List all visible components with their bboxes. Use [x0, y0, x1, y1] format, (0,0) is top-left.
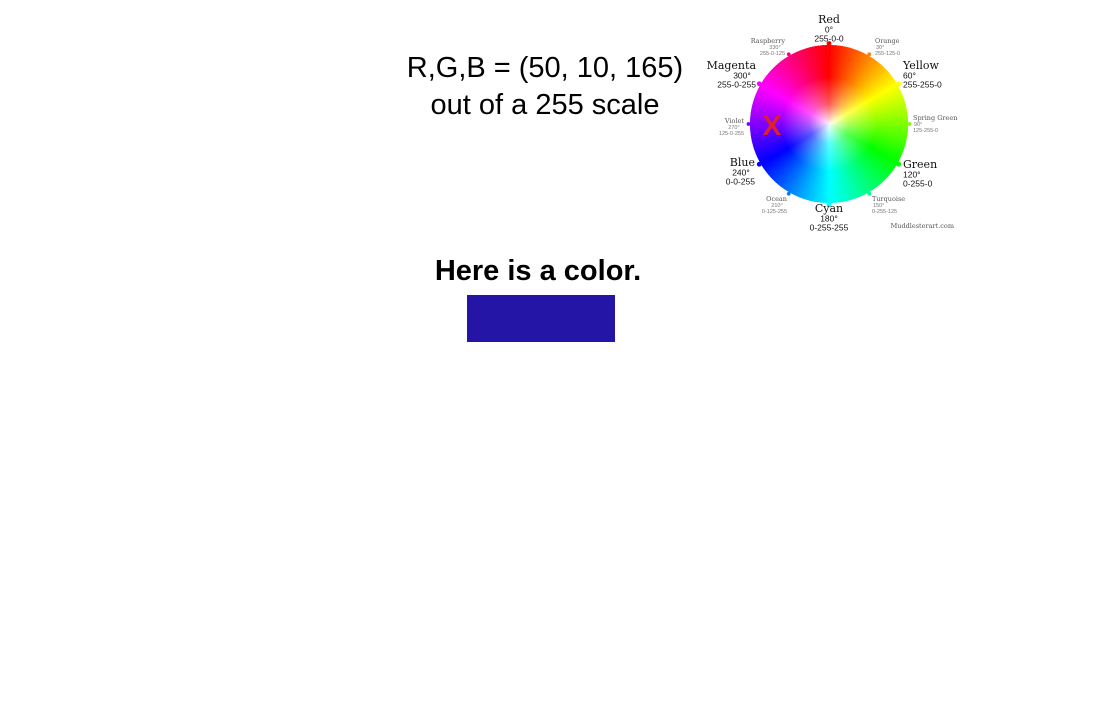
wheel-dot: [867, 191, 872, 196]
wheel-label-ocean: Ocean210°0-125-255: [762, 195, 787, 215]
wheel-label-raspberry: Raspberry330°255-0-125: [751, 37, 786, 57]
wheel-dot: [896, 81, 902, 87]
wheel-dot: [907, 122, 912, 126]
wheel-dot: [867, 52, 872, 57]
wheel-color-rgb: 255-255-0: [903, 80, 942, 90]
wheel-label-turquoise: Turquoise150°0-255-125: [872, 195, 905, 215]
wheel-color-name: Raspberry: [751, 37, 786, 45]
wheel-color-rgb: 255-0-125: [760, 51, 785, 57]
wheel-label-red: Red0°255-0-0: [814, 13, 844, 44]
wheel-color-name: Turquoise: [872, 195, 905, 203]
color-heading: Here is a color.: [434, 255, 642, 287]
wheel-label-magenta: Magenta300°255-0-255: [707, 59, 757, 90]
wheel-label-cyan: Cyan180°0-255-255: [810, 202, 849, 233]
rgb-caption: R,G,B = (50, 10, 165) out of a 255 scale: [395, 50, 695, 124]
wheel-label-orange: Orange30°255-125-0: [875, 37, 900, 57]
rgb-values-text: R,G,B = (50, 10, 165): [406, 52, 684, 84]
wheel-label-yellow: Yellow60°255-255-0: [902, 59, 942, 90]
scale-note-text: out of a 255 scale: [430, 89, 660, 121]
wheel-color-rgb: 0-0-255: [726, 177, 756, 187]
wheel-color-name: Spring Green: [913, 114, 957, 122]
wheel-color-rgb: 255-0-0: [814, 34, 844, 44]
wheel-color-rgb: 255-125-0: [875, 51, 900, 57]
wheel-color-rgb: 0-255-255: [810, 223, 849, 233]
wheel-color-rgb: 0-255-0: [903, 179, 933, 189]
wheel-label-violet: Violet270°125-0-255: [719, 117, 744, 137]
color-swatch: [467, 295, 615, 342]
wheel-color-name: Orange: [875, 37, 900, 45]
wheel-label-blue: Blue240°0-0-255: [726, 156, 756, 187]
wheel-label-green: Green120°0-255-0: [903, 158, 937, 189]
wheel-color-rgb: 0-125-255: [762, 209, 787, 215]
wheel-label-spring-green: Spring Green90°125-255-0: [913, 114, 957, 134]
wheel-color-rgb: 0-255-125: [872, 209, 897, 215]
wheel-credit: Muddlesterart.com: [891, 222, 954, 230]
wheel-dot: [786, 191, 791, 196]
wheel-dot: [896, 161, 902, 167]
marker-x: X: [763, 110, 782, 141]
wheel-color-rgb: 125-0-255: [719, 131, 744, 137]
wheel-color-rgb: 255-0-255: [717, 80, 756, 90]
wheel-color-name: Ocean: [766, 195, 787, 203]
color-wheel-diagram: Red 0° 255-0-0 Orange 30° 255-125-0 Yellow 60° 2…: [700, 10, 970, 235]
wheel-dot: [756, 81, 762, 87]
wheel-color-rgb: 125-255-0: [913, 128, 938, 134]
wheel-dot: [756, 161, 762, 167]
wheel-dot: [746, 122, 751, 126]
wheel-dot: [786, 52, 791, 57]
wheel-color-name: Violet: [724, 117, 744, 125]
color-wheel-svg: Red0°255-0-0 Orange30°255-125-0Yellow60°2…: [707, 13, 958, 233]
